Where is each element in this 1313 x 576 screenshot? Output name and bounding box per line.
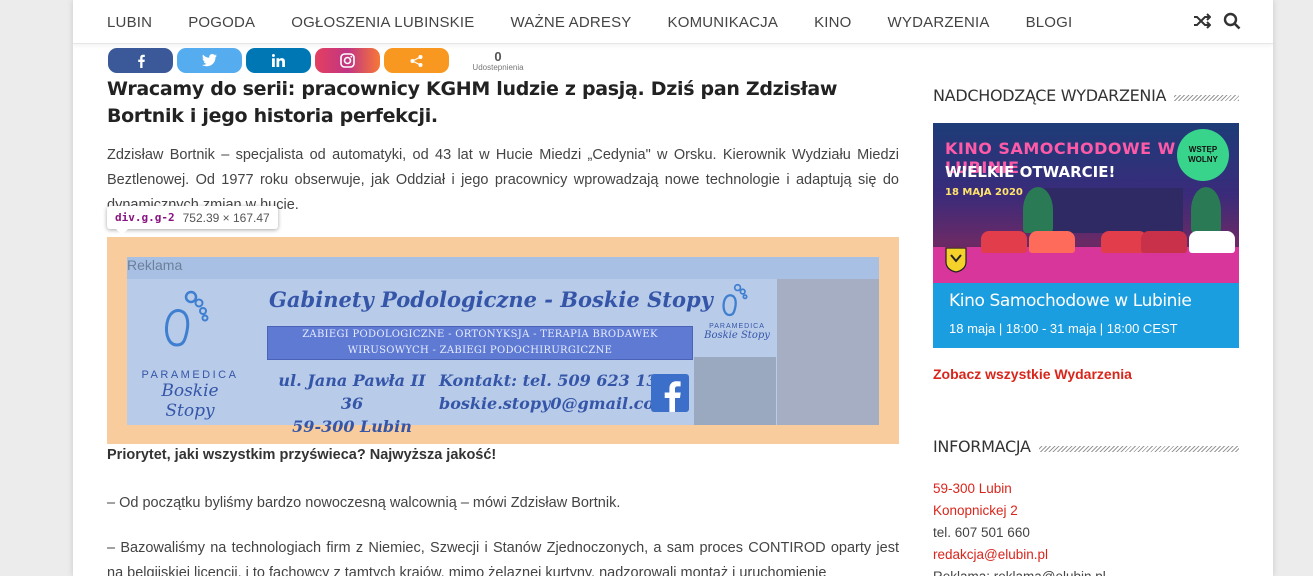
ad-highlight-padding: Reklama PARAMEDICA Boskie Stopy Gabinety… [107,237,899,444]
ad-person-photo [777,279,879,425]
nav-item-wazne-adresy[interactable]: WAŻNE ADRESY [510,14,631,31]
ad-label: Reklama [127,257,183,273]
sidebar-info-heading-text: INFORMACJA [933,437,1039,456]
share-more-button[interactable] [384,48,449,73]
ad-container: Reklama PARAMEDICA Boskie Stopy Gabinety… [127,257,879,436]
shuffle-icon[interactable] [1193,12,1212,30]
ad-services-line2: WIRUSOWYCH - ZABIEGI PODOCHIRURGICZNE [347,345,613,356]
event-image-car [981,231,1027,253]
event-image-date: 18 MAJA 2020 [945,187,1023,198]
ad-address-line1: ul. Jana Pawła II 36 [278,371,426,413]
ad-address-line2: 59-300 Lubin [292,417,412,436]
nav-icons [1193,12,1241,30]
ad-contact: Kontakt: tel. 509 623 132 boskie.stopy0@… [439,369,671,415]
ad-banner[interactable]: PARAMEDICA Boskie Stopy Gabinety Podolog… [127,279,879,436]
nav-item-kino[interactable]: KINO [814,14,851,31]
share-count-label: Udostepnienia [472,62,524,72]
event-card[interactable]: Kino Samochodowe w Lubinie 18 maja | 18:… [933,283,1239,348]
event-dates: 18 maja | 18:00 - 31 maja | 18:00 CEST [949,321,1178,336]
event-image-car [1189,231,1235,253]
nav-item-lubin[interactable]: LUBIN [107,14,152,31]
ad-contact-line1: Kontakt: tel. 509 623 132 [439,371,669,390]
crest-icon [945,247,967,273]
foot-logo-icon [165,290,209,347]
info-ads: Reklama: reklama@elubin.pl [933,566,1239,576]
share-twitter-button[interactable] [177,48,242,73]
event-title[interactable]: Kino Samochodowe w Lubinie [949,291,1192,311]
ad-brand-name: PARAMEDICA [141,369,239,381]
devtools-tooltip-arrow [115,228,129,235]
ad-brand: PARAMEDICA Boskie Stopy [135,290,245,421]
share-count: 0 Udostepnienia [471,50,525,72]
share-linkedin-button[interactable] [246,48,311,73]
ad-brand-small-name: PARAMEDICA [709,323,765,330]
ad-brand-tagline: Boskie Stopy [161,381,219,421]
info-street-link[interactable]: Konopnickej 2 [933,500,1239,522]
ad-building-photo [694,357,776,425]
sidebar-info-heading: INFORMACJA [933,437,1239,461]
info-city-link[interactable]: 59-300 Lubin [933,478,1239,500]
event-image-badge: WSTĘP WOLNY [1177,129,1229,181]
ad-services: ZABIEGI PODOLOGICZNE - ORTONYKSJA - TERA… [267,326,693,360]
ad-title: Gabinety Podologiczne - Boskie Stopy [269,287,713,312]
nav-item-pogoda[interactable]: POGODA [188,14,255,31]
event-image-tree [1191,187,1221,233]
ad-contact-line2: boskie.stopy0@gmail.com [439,394,672,413]
ad-brand-small: PARAMEDICA Boskie Stopy [703,281,771,341]
foot-logo-small-icon [722,283,748,317]
facebook-icon [137,54,145,68]
sidebar-events-heading: NADCHODZĄCE WYDARZENIA [933,86,1239,110]
sidebar-events-heading-text: NADCHODZĄCE WYDARZENIA [933,86,1175,105]
nav-item-ogloszenia[interactable]: OGŁOSZENIA LUBINSKIE [291,14,474,31]
main-menu: LUBIN POGODA OGŁOSZENIA LUBINSKIE WAŻNE … [107,0,1108,44]
article-title: Wracamy do serii: pracownicy KGHM ludzie… [107,78,838,127]
ad-facebook-icon [651,374,689,412]
nav-item-blogi[interactable]: BLOGI [1026,14,1073,31]
info-email-link[interactable]: redakcja@elubin.pl [933,544,1239,566]
ad-brand-small-tagline: Boskie Stopy [704,330,770,341]
twitter-icon [202,54,217,67]
event-image[interactable]: KINO SAMOCHODOWE W LUBINIE WIELKIE OTWAR… [933,123,1239,283]
all-events-link[interactable]: Zobacz wszystkie Wydarzenia [933,366,1132,382]
linkedin-icon [272,54,285,67]
event-image-tree [1023,187,1053,233]
instagram-icon [340,53,355,68]
share-count-number: 0 [494,48,502,64]
share-instagram-button[interactable] [315,48,380,73]
article-paragraph: – Od początku byliśmy bardzo nowoczesną … [107,495,621,511]
event-image-car [1029,231,1075,253]
info-phone: tel. 607 501 660 [933,525,1030,540]
share-icon [410,54,423,67]
ad-address: ul. Jana Pawła II 36 59-300 Lubin [277,369,427,438]
nav-item-komunikacja[interactable]: KOMUNIKACJA [668,14,779,31]
heading-divider [1033,446,1239,452]
devtools-tooltip: div.g.g-2 752.39 × 167.47 [107,206,278,235]
article-subheading: Priorytet, jaki wszystkim przyświeca? Na… [107,447,497,463]
search-icon[interactable] [1223,12,1241,30]
article-header: Wracamy do serii: pracownicy KGHM ludzie… [107,76,899,130]
share-facebook-button[interactable] [108,48,173,73]
event-image-car [1141,231,1187,253]
contact-info: 59-300 Lubin Konopnickej 2 tel. 607 501 … [933,478,1239,576]
share-bar: 0 Udostepnienia [108,48,525,73]
page: LUBIN POGODA OGŁOSZENIA LUBINSKIE WAŻNE … [73,0,1273,576]
event-image-subtitle: WIELKIE OTWARCIE! [945,163,1116,181]
article-paragraph: – Bazowaliśmy na technologiach firm z Ni… [107,540,899,576]
top-navigation: LUBIN POGODA OGŁOSZENIA LUBINSKIE WAŻNE … [73,0,1273,44]
event-image-building [1043,188,1183,233]
devtools-tooltip-dimensions: 752.39 × 167.47 [182,210,270,225]
nav-item-wydarzenia[interactable]: WYDARZENIA [888,14,990,31]
ad-services-line1: ZABIEGI PODOLOGICZNE - ORTONYKSJA - TERA… [302,329,658,340]
devtools-tooltip-tag: div.g.g-2 [115,211,175,224]
